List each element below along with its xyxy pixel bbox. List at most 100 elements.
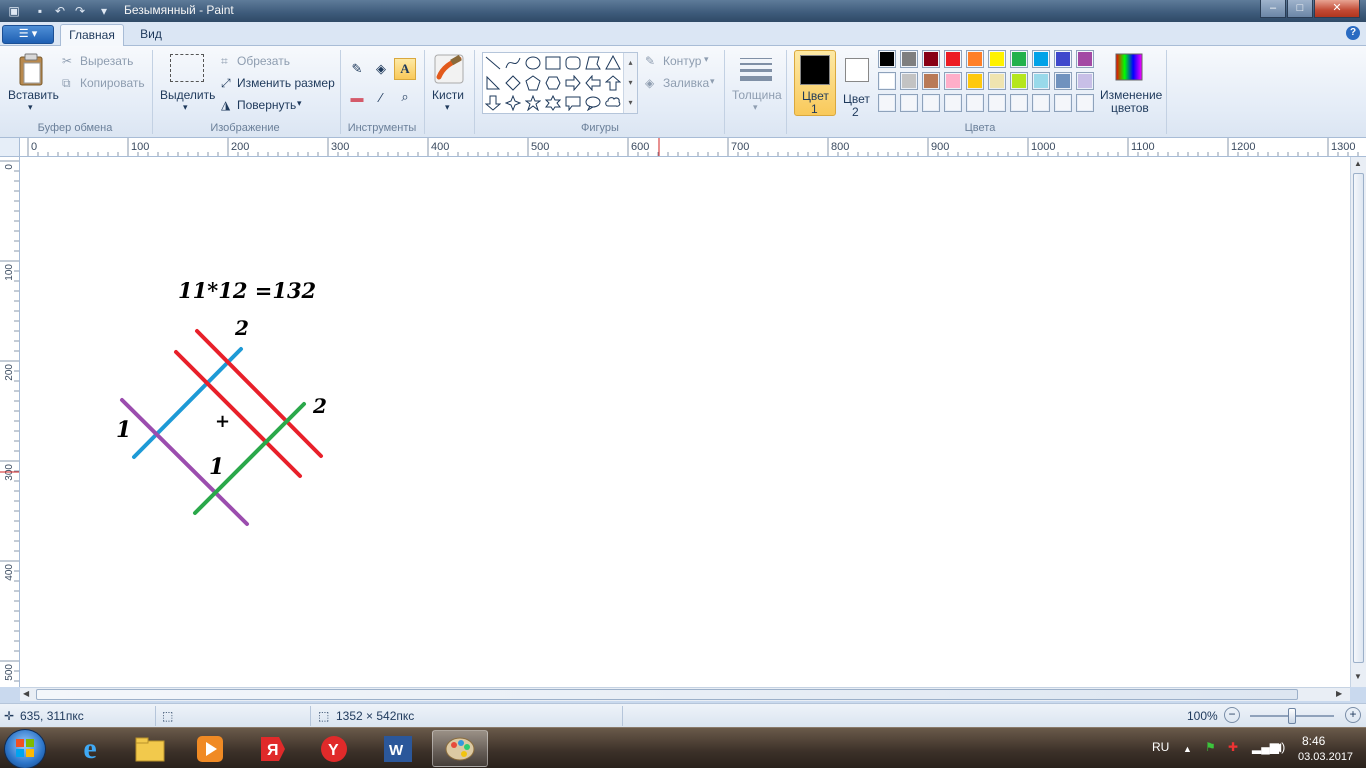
size-button[interactable]: Толщина — [732, 88, 782, 102]
palette-swatch[interactable] — [988, 72, 1006, 90]
eraser-icon[interactable]: ▬ — [346, 86, 368, 108]
scroll-up-icon[interactable]: ▲ — [1354, 159, 1362, 168]
media-player-taskbar-button[interactable] — [182, 730, 238, 767]
select-button[interactable]: Выделить — [160, 88, 215, 102]
rotate-dropdown-icon[interactable]: ▾ — [297, 98, 302, 109]
polygon-shape-icon[interactable] — [583, 53, 603, 73]
edit-colors-button-line1[interactable]: Изменение — [1100, 88, 1162, 102]
paste-button[interactable]: Вставить — [8, 88, 59, 102]
oval-callout-shape-icon[interactable] — [583, 93, 603, 113]
fill-button[interactable]: Заливка — [663, 76, 709, 90]
palette-swatch[interactable] — [1054, 94, 1072, 112]
cut-button[interactable]: Вырезать — [80, 54, 133, 68]
palette-swatch[interactable] — [922, 72, 940, 90]
copy-button[interactable]: Копировать — [80, 76, 145, 90]
size-dropdown-icon[interactable]: ▾ — [753, 102, 758, 113]
close-button[interactable]: ✕ — [1314, 0, 1360, 18]
curve-shape-icon[interactable] — [503, 53, 523, 73]
palette-swatch[interactable] — [1076, 72, 1094, 90]
palette-swatch[interactable] — [1032, 94, 1050, 112]
palette-swatch[interactable] — [1032, 50, 1050, 68]
four-point-star-shape-icon[interactable] — [503, 93, 523, 113]
fill-dropdown-icon[interactable]: ▾ — [710, 76, 715, 87]
five-point-star-shape-icon[interactable] — [523, 93, 543, 113]
select-dropdown-icon[interactable]: ▾ — [183, 102, 188, 113]
word-taskbar-button[interactable]: W — [370, 730, 426, 767]
horizontal-scroll-thumb[interactable] — [36, 689, 1298, 700]
text-tool-icon[interactable]: A — [394, 58, 416, 80]
color2-button[interactable]: Цвет 2 — [840, 50, 874, 119]
rectangular-callout-shape-icon[interactable] — [563, 93, 583, 113]
select-icon[interactable] — [170, 54, 204, 82]
clock-time[interactable]: 8:46 — [1302, 734, 1325, 748]
palette-swatch[interactable] — [900, 94, 918, 112]
drawing-canvas[interactable]: 11*12 =132 2 2 1 + 1 — [20, 157, 1350, 687]
action-center-icon[interactable]: ✚ — [1228, 740, 1238, 754]
color-picker-icon[interactable]: ⁄ — [370, 86, 392, 108]
pentagon-shape-icon[interactable] — [523, 73, 543, 93]
scroll-right-icon[interactable]: ▶ — [1336, 689, 1342, 698]
color1-button[interactable]: Цвет 1 — [794, 50, 836, 116]
palette-swatch[interactable] — [878, 50, 896, 68]
palette-swatch[interactable] — [1010, 72, 1028, 90]
palette-swatch[interactable] — [878, 94, 896, 112]
palette-swatch[interactable] — [966, 50, 984, 68]
yandex-browser-taskbar-button[interactable]: Y — [306, 730, 362, 767]
brushes-dropdown-icon[interactable]: ▾ — [445, 102, 450, 113]
maximize-button[interactable]: □ — [1287, 0, 1313, 18]
palette-swatch[interactable] — [944, 50, 962, 68]
help-icon[interactable]: ? — [1346, 26, 1360, 40]
paint-app-icon[interactable]: ▣ — [6, 3, 22, 19]
rectangle-shape-icon[interactable] — [543, 53, 563, 73]
paste-icon[interactable] — [14, 52, 50, 88]
palette-swatch[interactable] — [1032, 72, 1050, 90]
undo-icon[interactable]: ↶ — [52, 3, 68, 19]
palette-swatch[interactable] — [900, 72, 918, 90]
diamond-shape-icon[interactable] — [503, 73, 523, 93]
customize-quick-access-icon[interactable]: ▾ — [96, 3, 112, 19]
palette-swatch[interactable] — [966, 94, 984, 112]
right-arrow-shape-icon[interactable] — [563, 73, 583, 93]
show-hidden-icons-icon[interactable]: ▲ — [1183, 744, 1192, 754]
palette-swatch[interactable] — [878, 72, 896, 90]
left-arrow-shape-icon[interactable] — [583, 73, 603, 93]
resize-button[interactable]: Изменить размер — [237, 76, 335, 90]
palette-swatch[interactable] — [1076, 50, 1094, 68]
hexagon-shape-icon[interactable] — [543, 73, 563, 93]
minimize-button[interactable]: – — [1260, 0, 1286, 18]
magnifier-icon[interactable]: ⌕ — [394, 86, 416, 108]
paint-taskbar-button[interactable] — [432, 730, 488, 767]
tab-home[interactable]: Главная — [60, 24, 124, 47]
redo-icon[interactable]: ↷ — [72, 3, 88, 19]
crop-button[interactable]: Обрезать — [237, 54, 290, 68]
right-triangle-shape-icon[interactable] — [483, 73, 503, 93]
save-icon[interactable]: ▪ — [32, 3, 48, 19]
network-flag-icon[interactable]: ⚑ — [1205, 740, 1216, 754]
six-point-star-shape-icon[interactable] — [543, 93, 563, 113]
zoom-slider-thumb[interactable] — [1288, 708, 1296, 724]
palette-swatch[interactable] — [922, 50, 940, 68]
internet-explorer-taskbar-button[interactable]: e — [62, 730, 118, 767]
triangle-shape-icon[interactable] — [603, 53, 623, 73]
vertical-scroll-thumb[interactable] — [1353, 173, 1364, 663]
volume-icon[interactable]: ◀) — [1272, 740, 1285, 754]
size-icon[interactable] — [738, 54, 774, 84]
pencil-icon[interactable]: ✎ — [346, 58, 368, 80]
up-arrow-shape-icon[interactable] — [603, 73, 623, 93]
edit-colors-button-line2[interactable]: цветов — [1111, 101, 1149, 115]
language-indicator[interactable]: RU — [1152, 740, 1169, 754]
yandex-taskbar-button[interactable]: Я — [244, 730, 300, 767]
file-explorer-taskbar-button[interactable] — [122, 730, 178, 767]
rounded-rectangle-shape-icon[interactable] — [563, 53, 583, 73]
palette-swatch[interactable] — [1054, 50, 1072, 68]
brushes-icon[interactable] — [432, 52, 466, 86]
horizontal-scrollbar[interactable]: ◀ ▶ — [20, 687, 1350, 701]
clock-date[interactable]: 03.03.2017 — [1298, 751, 1353, 763]
palette-swatch[interactable] — [1010, 50, 1028, 68]
palette-swatch[interactable] — [988, 94, 1006, 112]
palette-swatch[interactable] — [966, 72, 984, 90]
scroll-left-icon[interactable]: ◀ — [23, 689, 29, 698]
line-shape-icon[interactable] — [483, 53, 503, 73]
down-arrow-shape-icon[interactable] — [483, 93, 503, 113]
palette-swatch[interactable] — [922, 94, 940, 112]
